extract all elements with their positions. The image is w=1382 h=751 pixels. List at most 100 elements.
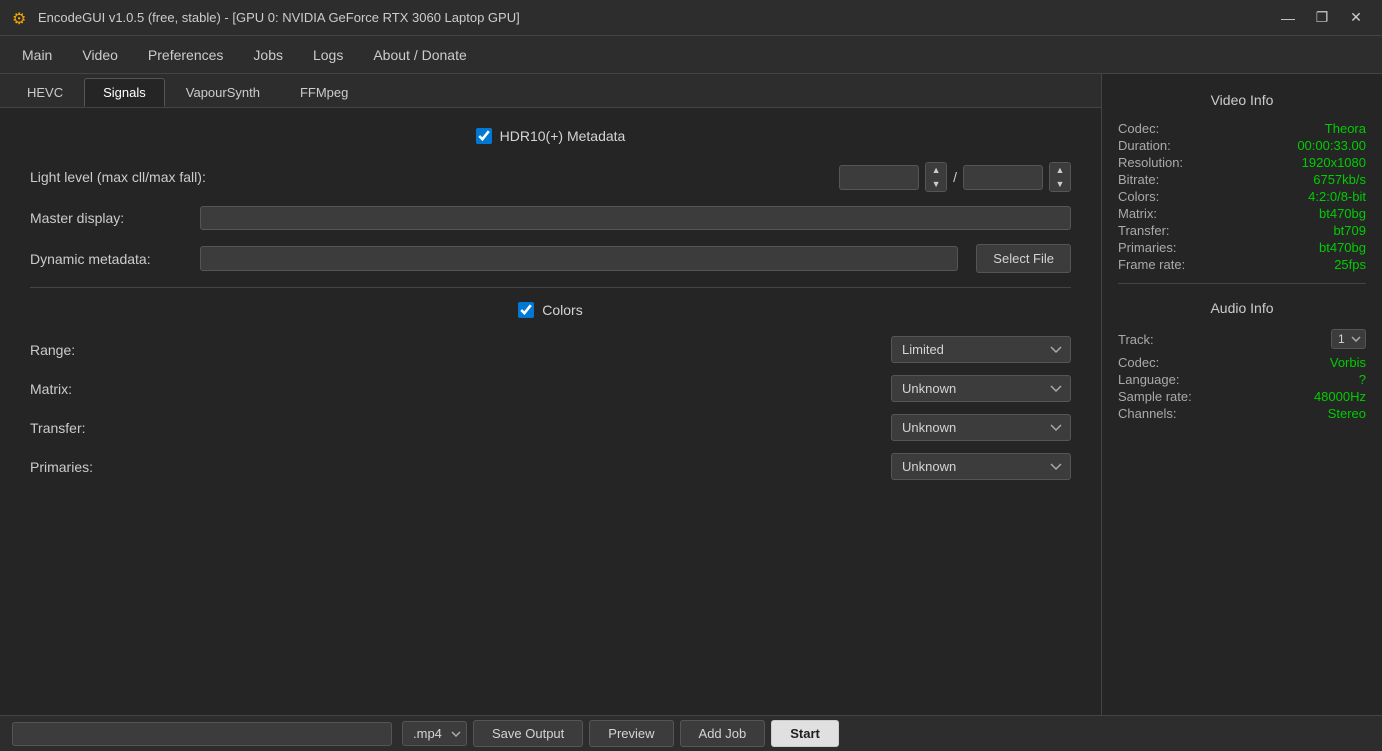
audio-info-rows: Codec: VorbisLanguage:?Sample rate: 48000H…: [1118, 354, 1366, 422]
matrix-row: Matrix: Unknown bt709 bt470bg smpte170m: [30, 375, 1071, 402]
panel-content: HDR10(+) Metadata Light level (max cll/m…: [0, 108, 1101, 715]
dynamic-metadata-label: Dynamic metadata:: [30, 251, 190, 267]
master-display-row: Master display: G(13250,34500)B(7500,300…: [30, 206, 1071, 230]
preview-button[interactable]: Preview: [589, 720, 673, 747]
menu-item-about---donate[interactable]: About / Donate: [359, 41, 480, 69]
content-area: HEVCSignalsVapourSynthFFMpeg HDR10(+) Me…: [0, 74, 1382, 715]
audio-info-key: Codec:: [1118, 355, 1159, 370]
master-display-label: Master display:: [30, 210, 190, 226]
close-button[interactable]: ✕: [1342, 6, 1370, 30]
video-info-title: Video Info: [1118, 92, 1366, 108]
video-info-value: 00:00:33.00: [1297, 138, 1366, 153]
title-bar: ⚙ EncodeGUI v1.0.5 (free, stable) - [GPU…: [0, 0, 1382, 36]
light-level-fall-input[interactable]: 1: [963, 165, 1043, 190]
track-label: Track:: [1118, 332, 1154, 347]
range-label: Range:: [30, 342, 190, 358]
video-info-key: Duration:: [1118, 138, 1171, 153]
dynamic-metadata-row: Dynamic metadata: Select File: [30, 244, 1071, 273]
sub-tabs: HEVCSignalsVapourSynthFFMpeg: [0, 74, 1101, 108]
hdr10-checkbox[interactable]: [476, 128, 492, 144]
light-level-fall-down[interactable]: ▼: [1050, 177, 1070, 191]
audio-info-value: Stereo: [1328, 406, 1366, 421]
sub-tab-hevc[interactable]: HEVC: [8, 78, 82, 107]
video-info-value: Theora: [1325, 121, 1366, 136]
light-level-row: Light level (max cll/max fall): 1000 ▲ ▼…: [30, 162, 1071, 192]
sub-tab-signals[interactable]: Signals: [84, 78, 165, 107]
audio-info-title: Audio Info: [1118, 300, 1366, 316]
light-level-label: Light level (max cll/max fall):: [30, 169, 206, 185]
audio-info-row: Channels:Stereo: [1118, 405, 1366, 422]
light-level-down[interactable]: ▼: [926, 177, 946, 191]
primaries-row: Primaries: Unknown bt709 bt470bg smpte17…: [30, 453, 1071, 480]
light-level-input[interactable]: 1000: [839, 165, 919, 190]
audio-track-row: Track: 1: [1118, 328, 1366, 350]
video-info-key: Matrix:: [1118, 206, 1157, 221]
window-controls: — ❐ ✕: [1274, 6, 1370, 30]
format-select[interactable]: .mp4 .mkv .mov .avi: [402, 721, 467, 746]
colors-checkbox[interactable]: [518, 302, 534, 318]
bottom-bar: .mp4 .mkv .mov .avi Save Output Preview …: [0, 715, 1382, 751]
audio-info-row: Language:?: [1118, 371, 1366, 388]
video-info-key: Codec:: [1118, 121, 1159, 136]
menu-bar: MainVideoPreferencesJobsLogsAbout / Dona…: [0, 36, 1382, 74]
minimize-button[interactable]: —: [1274, 6, 1302, 30]
light-level-fall-up[interactable]: ▲: [1050, 163, 1070, 177]
colors-checkbox-row: Colors: [30, 302, 1071, 318]
video-info-row: Frame rate: 25fps: [1118, 256, 1366, 273]
video-info-rows: Codec:TheoraDuration:00:00:33.00Resoluti…: [1118, 120, 1366, 273]
video-info-value: 1920x1080: [1302, 155, 1366, 170]
video-info-value: 4:2:0/8-bit: [1308, 189, 1366, 204]
audio-info-row: Codec: Vorbis: [1118, 354, 1366, 371]
video-info-row: Transfer:bt709: [1118, 222, 1366, 239]
audio-info-value: 48000Hz: [1314, 389, 1366, 404]
section-divider: [30, 287, 1071, 288]
video-info-row: Matrix:bt470bg: [1118, 205, 1366, 222]
light-level-spinner-btns: ▲ ▼: [925, 162, 947, 192]
primaries-label: Primaries:: [30, 459, 190, 475]
add-job-button[interactable]: Add Job: [680, 720, 766, 747]
save-output-button[interactable]: Save Output: [473, 720, 583, 747]
video-info-key: Primaries:: [1118, 240, 1177, 255]
menu-item-jobs[interactable]: Jobs: [239, 41, 297, 69]
audio-info-key: Sample rate:: [1118, 389, 1192, 404]
light-level-spinner: 1000 ▲ ▼ / 1 ▲ ▼: [839, 162, 1071, 192]
primaries-select[interactable]: Unknown bt709 bt470bg smpte170m: [891, 453, 1071, 480]
video-info-key: Colors:: [1118, 189, 1159, 204]
transfer-label: Transfer:: [30, 420, 190, 436]
dynamic-metadata-input[interactable]: [200, 246, 958, 271]
sub-tab-vapoursynth[interactable]: VapourSynth: [167, 78, 279, 107]
app-icon: ⚙: [12, 9, 30, 27]
audio-info-value: Vorbis: [1330, 355, 1366, 370]
audio-info-value: ?: [1359, 372, 1366, 387]
select-file-button[interactable]: Select File: [976, 244, 1071, 273]
video-info-value: 6757kb/s: [1313, 172, 1366, 187]
range-select[interactable]: Limited Full: [891, 336, 1071, 363]
menu-item-video[interactable]: Video: [68, 41, 132, 69]
hdr10-checkbox-row: HDR10(+) Metadata: [30, 128, 1071, 144]
video-info-value: 25fps: [1334, 257, 1366, 272]
right-panel: Video Info Codec: Theora Duration: 00:00:33…: [1102, 74, 1382, 715]
video-info-key: Transfer:: [1118, 223, 1170, 238]
video-info-row: Codec: Theora: [1118, 120, 1366, 137]
matrix-select[interactable]: Unknown bt709 bt470bg smpte170m: [891, 375, 1071, 402]
transfer-row: Transfer: Unknown bt709 bt470bg smpte170…: [30, 414, 1071, 441]
start-button[interactable]: Start: [771, 720, 839, 747]
matrix-label: Matrix:: [30, 381, 190, 397]
transfer-select[interactable]: Unknown bt709 bt470bg smpte170m: [891, 414, 1071, 441]
window-title: EncodeGUI v1.0.5 (free, stable) - [GPU 0…: [38, 10, 1274, 25]
restore-button[interactable]: ❐: [1308, 6, 1336, 30]
colors-checkbox-label: Colors: [542, 302, 582, 318]
video-info-key: Frame rate:: [1118, 257, 1185, 272]
master-display-input[interactable]: G(13250,34500)B(7500,3000)R(34000,16000)…: [200, 206, 1071, 230]
video-info-row: Duration: 00:00:33.00: [1118, 137, 1366, 154]
hdr10-checkbox-label: HDR10(+) Metadata: [500, 128, 626, 144]
menu-item-logs[interactable]: Logs: [299, 41, 357, 69]
video-info-row: Primaries:bt470bg: [1118, 239, 1366, 256]
sub-tab-ffmpeg[interactable]: FFMpeg: [281, 78, 367, 107]
menu-item-main[interactable]: Main: [8, 41, 66, 69]
track-select[interactable]: 1: [1331, 329, 1366, 349]
output-path-input[interactable]: [12, 722, 392, 746]
menu-item-preferences[interactable]: Preferences: [134, 41, 237, 69]
light-level-up[interactable]: ▲: [926, 163, 946, 177]
main-panel: HEVCSignalsVapourSynthFFMpeg HDR10(+) Me…: [0, 74, 1102, 715]
